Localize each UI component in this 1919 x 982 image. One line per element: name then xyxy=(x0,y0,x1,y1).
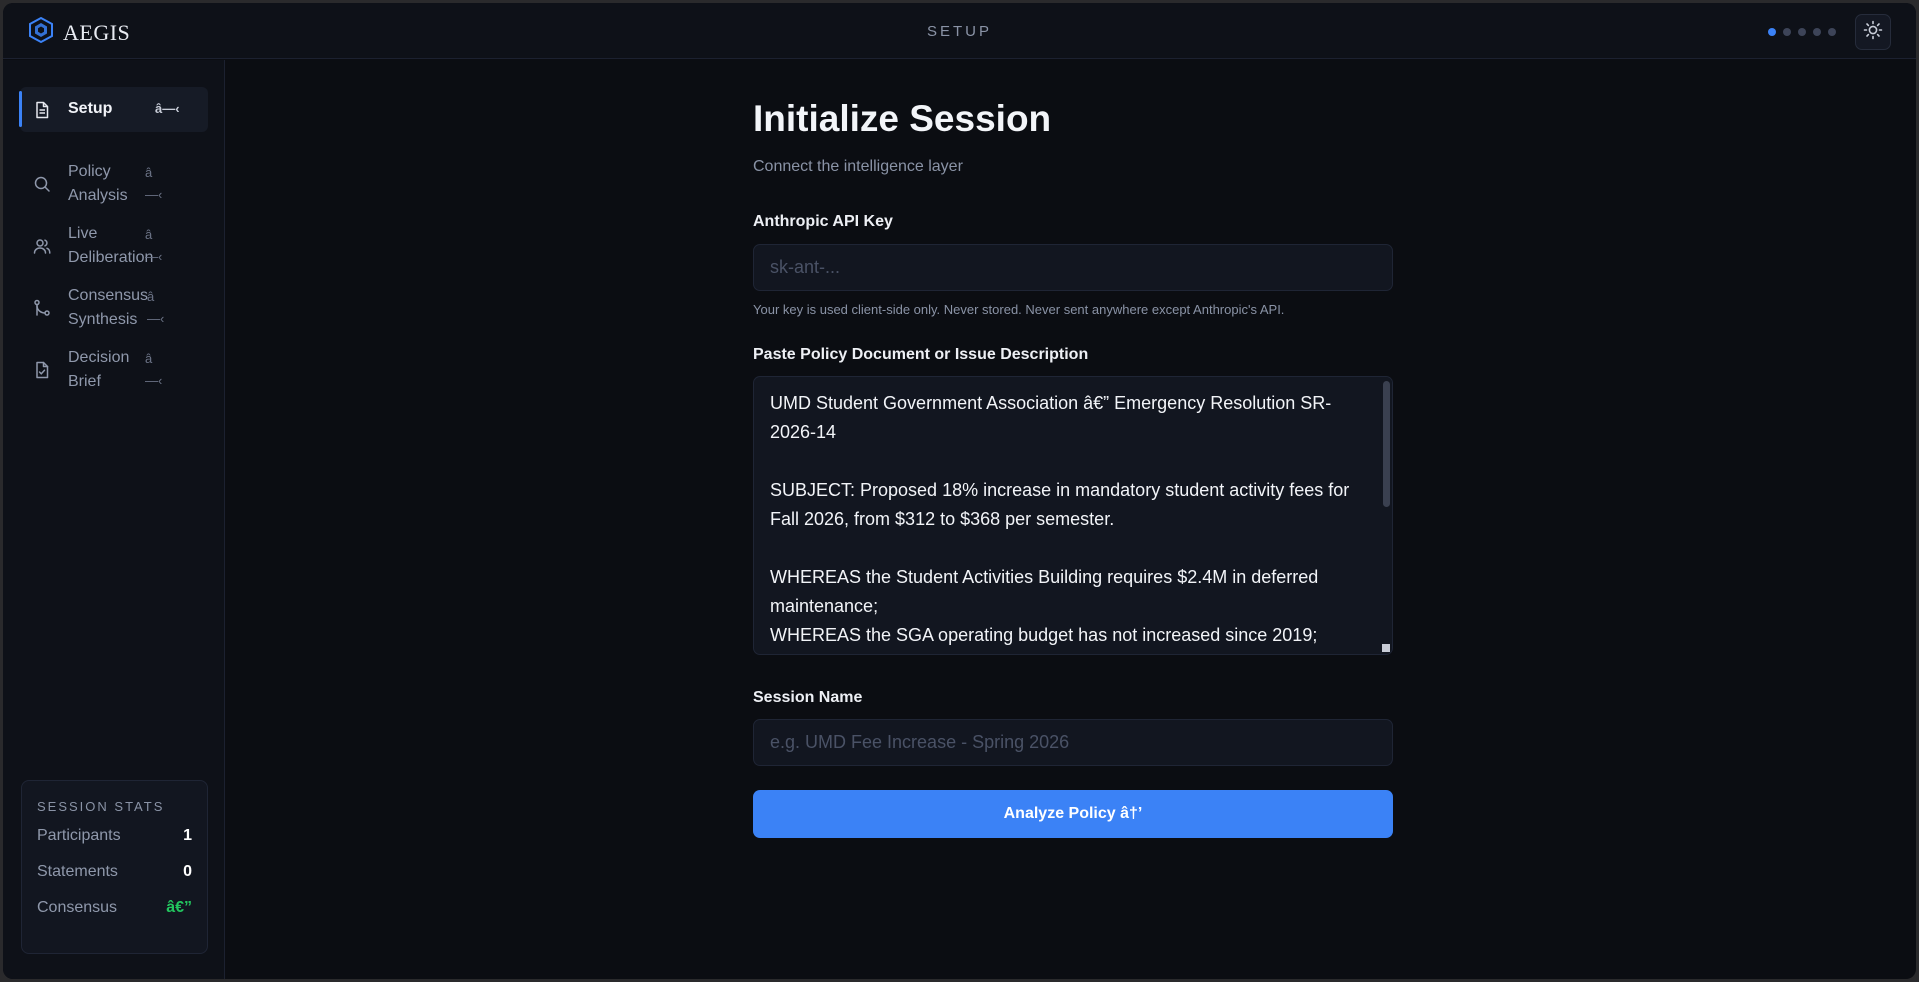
top-bar: AEGIS SETUP xyxy=(3,3,1916,59)
stat-value: 1 xyxy=(183,827,192,844)
sun-icon xyxy=(1863,20,1883,45)
search-icon xyxy=(32,174,52,194)
api-key-input[interactable] xyxy=(753,244,1393,291)
stat-participants: Participants 1 xyxy=(37,827,192,845)
step-dot xyxy=(1783,28,1791,36)
stat-statements: Statements 0 xyxy=(37,863,192,881)
sidebar-item-decision-brief[interactable]: Decision Brief â —‹ xyxy=(20,342,208,398)
git-merge-icon xyxy=(32,298,52,318)
policy-text: UMD Student Government Association â€” E… xyxy=(770,393,1350,645)
sidebar-item-status: â —‹ xyxy=(147,289,165,326)
users-icon xyxy=(32,236,52,256)
scrollbar-thumb[interactable] xyxy=(1383,381,1390,507)
analyze-policy-button[interactable]: Analyze Policy â†’ xyxy=(753,790,1393,838)
sidebar-item-status: â —‹ xyxy=(145,165,163,202)
step-dot xyxy=(1798,28,1806,36)
sidebar-item-policy-analysis[interactable]: Policy Analysis â —‹ xyxy=(20,156,208,212)
app-window: AEGIS SETUP Setup â—‹ Policy Analysis â … xyxy=(3,3,1916,979)
stat-consensus: Consensus â€” xyxy=(37,899,192,917)
stat-label: Statements xyxy=(37,863,118,880)
stat-value: 0 xyxy=(183,863,192,880)
step-indicator xyxy=(1768,28,1836,36)
stat-label: Participants xyxy=(37,827,121,844)
session-stats-title: SESSION STATS xyxy=(37,799,165,814)
sidebar-item-status: â—‹ xyxy=(155,101,180,116)
policy-scrollbar[interactable] xyxy=(1380,377,1392,654)
sidebar-item-live-deliberation[interactable]: Live Deliberation â —‹ xyxy=(20,218,208,274)
stat-value: â€” xyxy=(166,899,192,916)
stat-label: Consensus xyxy=(37,899,118,916)
api-key-hint: Your key is used client-side only. Never… xyxy=(753,302,1285,317)
main-content: Initialize Session Connect the intellige… xyxy=(226,60,1916,979)
step-dot xyxy=(1828,28,1836,36)
sidebar-item-label: Setup xyxy=(68,100,113,117)
session-stats-panel: SESSION STATS Participants 1 Statements … xyxy=(21,780,208,954)
document-icon xyxy=(32,100,52,120)
sidebar-item-status: â —‹ xyxy=(145,351,163,388)
sidebar-item-label: Consensus Synthesis xyxy=(68,287,149,328)
policy-textarea[interactable]: UMD Student Government Association â€” E… xyxy=(753,376,1393,655)
resize-handle[interactable] xyxy=(1382,644,1390,652)
session-name-label: Session Name xyxy=(753,689,863,706)
file-check-icon xyxy=(32,360,52,380)
session-name-input[interactable] xyxy=(753,719,1393,766)
theme-toggle-button[interactable] xyxy=(1855,14,1891,50)
api-key-label: Anthropic API Key xyxy=(753,213,893,230)
sidebar-item-setup[interactable]: Setup â—‹ xyxy=(19,87,208,132)
page-title: SETUP xyxy=(926,23,992,40)
page-subtitle: Connect the intelligence layer xyxy=(753,158,963,175)
page-heading: Initialize Session xyxy=(753,98,1052,139)
sidebar-item-status: â —‹ xyxy=(145,227,163,264)
sidebar: Setup â—‹ Policy Analysis â —‹ Live Deli… xyxy=(3,60,225,979)
policy-label: Paste Policy Document or Issue Descripti… xyxy=(753,346,1089,363)
step-dot-active xyxy=(1768,28,1776,36)
step-dot xyxy=(1813,28,1821,36)
sidebar-item-consensus-synthesis[interactable]: Consensus Synthesis â —‹ xyxy=(20,280,208,336)
